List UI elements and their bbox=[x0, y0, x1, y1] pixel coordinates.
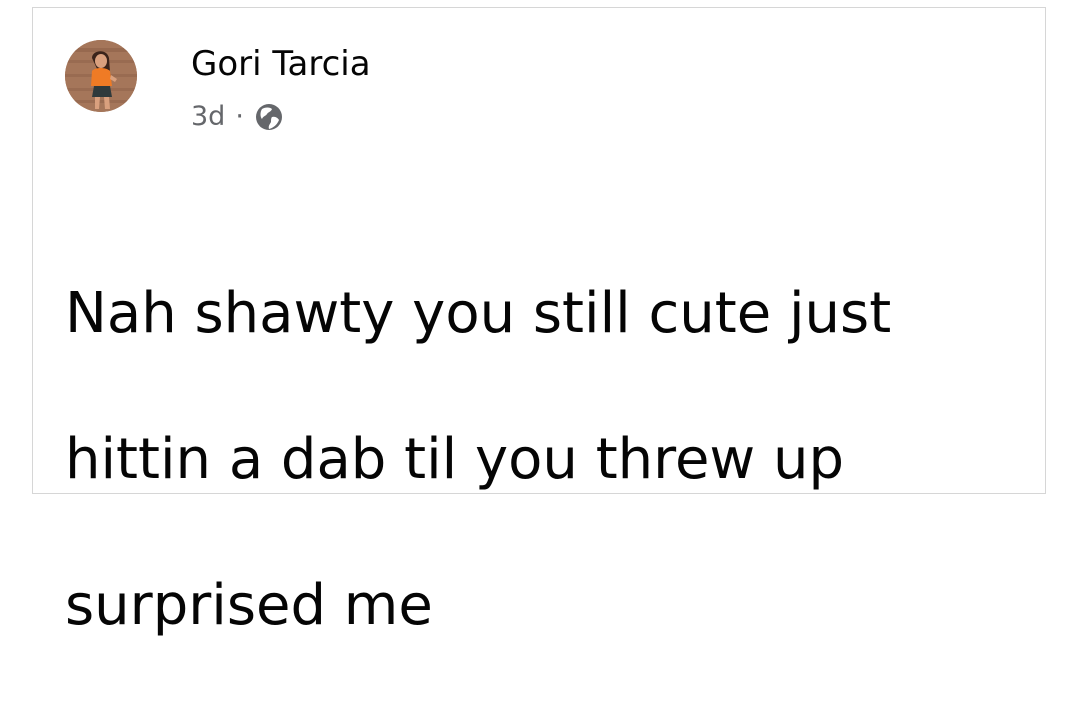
post-meta: 3d · bbox=[191, 100, 284, 134]
meta-separator: · bbox=[235, 101, 244, 132]
author-name[interactable]: Gori Tarcia bbox=[191, 42, 371, 86]
post-timestamp[interactable]: 3d bbox=[191, 100, 225, 134]
author-avatar[interactable] bbox=[65, 40, 137, 112]
post-text: Nah shawty you still cute just hittin a … bbox=[65, 204, 1005, 715]
post-text-line: Nah shawty you still cute just bbox=[65, 281, 892, 346]
post-card: Gori Tarcia 3d · Nah shawty you still cu… bbox=[32, 7, 1046, 638]
post-text-line: hittin a dab til you threw up bbox=[65, 427, 845, 492]
post-text-line: surprised me bbox=[65, 573, 433, 638]
profile-photo-icon bbox=[65, 40, 137, 112]
globe-icon[interactable] bbox=[254, 102, 284, 132]
